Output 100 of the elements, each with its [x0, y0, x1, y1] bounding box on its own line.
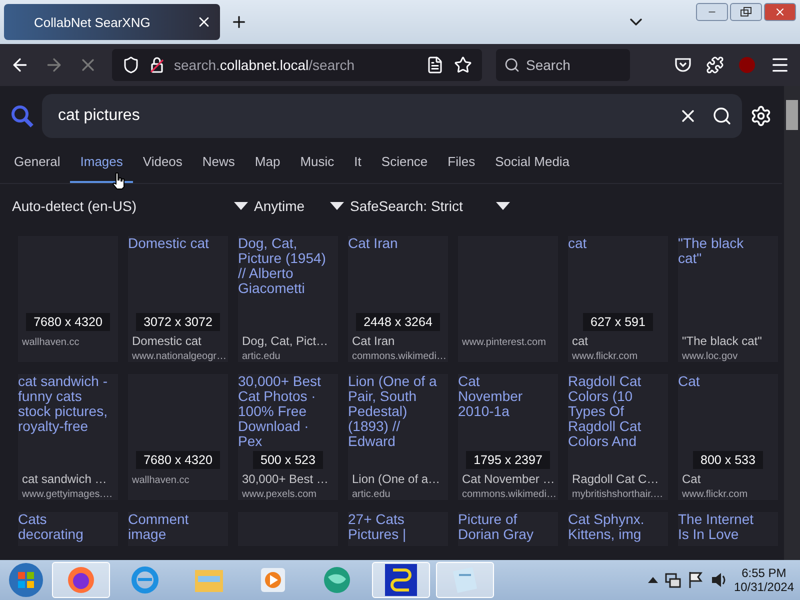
result-title[interactable]: Picture of Dorian Gray	[458, 512, 548, 542]
result-title[interactable]: Cats decorating	[18, 512, 108, 542]
start-button[interactable]	[6, 561, 46, 599]
filter-dropdown[interactable]: SafeSearch: Strict	[350, 198, 510, 214]
result-card[interactable]: Comment image	[128, 512, 228, 546]
restore-icon[interactable]	[740, 7, 752, 17]
result-title[interactable]: The Internet Is In Love	[678, 512, 768, 542]
query-input[interactable]: cat pictures	[42, 94, 742, 138]
new-tab-icon[interactable]	[230, 13, 248, 31]
result-url: commons.wikimedi…	[352, 351, 446, 362]
result-card[interactable]: 7680 x 4320 wallhaven.cc	[18, 236, 118, 362]
pocket-icon[interactable]	[674, 56, 692, 74]
category-tab[interactable]: Files	[438, 146, 486, 183]
result-title[interactable]: Comment image	[128, 512, 218, 542]
address-bar[interactable]: search.collabnet.local/search	[112, 49, 482, 81]
result-caption: Cat November …	[462, 472, 555, 486]
result-caption: Cat Iran	[352, 334, 395, 348]
result-url: artic.edu	[242, 351, 280, 362]
result-card[interactable]: Ragdoll Cat Colors (10 Types Of Ragdoll Cat Colors And Ragdoll Cat C… mybritishshorthair.…	[568, 374, 668, 500]
result-title[interactable]: Cat	[678, 374, 768, 389]
result-caption: Domestic cat	[132, 334, 202, 348]
result-caption: 30,000+ Best …	[242, 472, 328, 486]
result-title[interactable]: cat sandwich - funny cats stock pictures, royalty-free	[18, 374, 108, 434]
tray-arrow-icon[interactable]	[648, 576, 658, 584]
result-url: artic.edu	[352, 489, 390, 500]
result-card[interactable]: Dog, Cat, Picture (1954) // Alberto Giacometti Dog, Cat, Pict… artic.edu	[238, 236, 338, 362]
result-card[interactable]: 30,000+ Best Cat Photos · 100% Free Download · Pex 500 x 523 30,000+ Best … www.pexels.com	[238, 374, 338, 500]
result-url: www.loc.gov	[682, 351, 738, 362]
flag-icon[interactable]	[688, 571, 704, 589]
result-card[interactable]: Picture of Dorian Gray	[458, 512, 558, 546]
result-title[interactable]: Cat November 2010-1a	[458, 374, 548, 419]
taskbar-app[interactable]	[52, 562, 110, 598]
result-caption: Dog, Cat, Pict…	[242, 334, 328, 348]
restore-button[interactable]	[730, 3, 762, 21]
image-size: 3072 x 3072	[136, 313, 220, 331]
browser-icon	[66, 565, 96, 595]
result-card[interactable]: Domestic cat 3072 x 3072 Domestic cat www.nationalgeogr…	[128, 236, 228, 362]
dropdown-caret-icon	[330, 202, 344, 210]
category-tab[interactable]: It	[344, 146, 372, 183]
result-card[interactable]: Lion (One of a Pair, South Pedestal) (1893) // Edward Lion (One of a… artic.edu	[348, 374, 448, 500]
category-tab[interactable]: Videos	[132, 146, 192, 183]
result-card[interactable]: www.pinterest.com	[458, 236, 558, 362]
network-icon[interactable]	[664, 571, 682, 589]
result-title[interactable]: Ragdoll Cat Colors (10 Types Of Ragdoll Cat Colors And	[568, 374, 658, 449]
filter-dropdown[interactable]: Anytime	[254, 198, 344, 214]
result-caption: Cat	[682, 472, 701, 486]
image-size: 7680 x 4320	[136, 451, 220, 469]
reader-view-icon[interactable]	[426, 56, 444, 74]
settings-icon[interactable]	[750, 105, 772, 127]
result-card[interactable]: cat 627 x 591 cat www.flickr.com	[568, 236, 668, 362]
crossed-lock-icon[interactable]	[150, 57, 164, 73]
image-size: 1795 x 2397	[466, 451, 550, 469]
category-tab[interactable]: Music	[290, 146, 344, 183]
result-title[interactable]: Cat Iran	[348, 236, 438, 251]
result-title[interactable]: 30,000+ Best Cat Photos · 100% Free Download · Pex	[238, 374, 328, 449]
result-title[interactable]: Lion (One of a Pair, South Pedestal) (1893) // Edward	[348, 374, 438, 449]
result-url: mybritishshorthair.…	[572, 489, 664, 500]
browser-search-field[interactable]: Search	[496, 49, 630, 81]
result-card[interactable]: 27+ Cats Pictures |	[348, 512, 448, 546]
result-card[interactable]: Cat 800 x 533 Cat www.flickr.com	[678, 374, 778, 500]
close-button[interactable]	[764, 3, 796, 21]
image-size: 500 x 523	[252, 451, 324, 469]
result-card[interactable]: Cat November 2010-1a 1795 x 2397 Cat November … commons.wikimedi…	[458, 374, 558, 500]
result-card[interactable]: The Internet Is In Love	[678, 512, 778, 546]
media-player-icon	[260, 567, 286, 593]
result-card[interactable]: Cat Sphynx. Kittens, img	[568, 512, 668, 546]
bookmark-star-icon[interactable]	[454, 56, 472, 74]
result-caption: "The black cat"	[682, 334, 762, 348]
search-icon[interactable]	[712, 106, 732, 126]
image-size: 2448 x 3264	[356, 313, 440, 331]
result-url: wallhaven.cc	[22, 337, 80, 348]
result-title[interactable]: Cat Sphynx. Kittens, img	[568, 512, 658, 542]
result-url: www.nationalgeogr…	[132, 351, 226, 362]
result-card[interactable]: 7680 x 4320 wallhaven.cc	[128, 374, 228, 500]
result-title[interactable]: cat	[568, 236, 658, 251]
speaker-icon[interactable]	[710, 571, 728, 589]
hand-cursor-icon	[112, 172, 126, 190]
scrollbar[interactable]	[784, 86, 800, 560]
extensions-icon[interactable]	[706, 56, 724, 74]
taskbar-app[interactable]	[372, 562, 430, 598]
result-card[interactable]: "The black cat" "The black cat" www.loc.gov	[678, 236, 778, 362]
browser-tab[interactable]: CollabNet SearXNG	[4, 4, 220, 40]
category-tab[interactable]: General	[4, 146, 70, 183]
cable-icon	[385, 564, 417, 596]
clock[interactable]: 6:55 PM 10/31/2024	[734, 566, 794, 594]
result-title[interactable]: Domestic cat	[128, 236, 218, 251]
result-card[interactable]: Cats decorating	[18, 512, 118, 546]
result-title[interactable]: "The black cat"	[678, 236, 768, 266]
category-tab[interactable]: Social Media	[485, 146, 580, 183]
image-size: 800 x 533	[692, 451, 764, 469]
result-title[interactable]: Dog, Cat, Picture (1954) // Alberto Giacometti	[238, 236, 328, 296]
search-logo-icon	[10, 104, 34, 128]
result-card[interactable]: Cat Iran 2448 x 3264 Cat Iran commons.wikimedi…	[348, 236, 448, 362]
category-tab[interactable]: Science	[371, 146, 438, 183]
result-title[interactable]: 27+ Cats Pictures |	[348, 512, 438, 542]
shield-icon[interactable]	[122, 56, 140, 74]
category-tab[interactable]: News	[192, 146, 245, 183]
result-card[interactable]: cat sandwich - funny cats stock pictures, royalty-free cat sandwich … www.gettyimages.…	[18, 374, 118, 500]
category-tab[interactable]: Map	[244, 146, 290, 183]
filter-dropdown[interactable]: Auto-detect (en-US)	[12, 198, 248, 214]
